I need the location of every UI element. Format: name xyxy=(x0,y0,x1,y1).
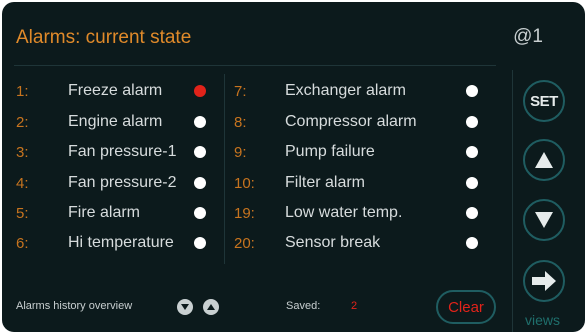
alarm-row: 1: Freeze alarm xyxy=(16,79,216,103)
alarm-label: Fire alarm xyxy=(68,204,141,221)
set-button-label: SET xyxy=(530,92,558,110)
alarm-row: 20: Sensor break xyxy=(234,231,484,255)
alarms-history-label: Alarms history overview xyxy=(16,300,133,312)
alarm-status-indicator xyxy=(466,237,478,249)
device-id: @1 xyxy=(513,26,543,47)
scroll-down-button[interactable] xyxy=(523,199,565,241)
history-up-button[interactable] xyxy=(203,299,219,315)
triangle-up-icon xyxy=(535,152,553,168)
triangle-down-icon xyxy=(535,212,553,228)
alarm-number: 4: xyxy=(16,174,29,192)
alarm-row: 6: Hi temperature xyxy=(16,231,216,255)
views-label: views xyxy=(525,312,561,328)
alarm-label: Freeze alarm xyxy=(68,82,163,99)
alarm-status-indicator xyxy=(194,207,206,219)
alarm-label: Low water temp. xyxy=(285,204,403,221)
clear-button[interactable]: Clear xyxy=(436,290,496,324)
alarm-row: 7: Exchanger alarm xyxy=(234,79,484,103)
alarm-number: 9: xyxy=(234,143,247,161)
alarm-label: Sensor break xyxy=(285,234,381,251)
alarm-status-indicator xyxy=(466,207,478,219)
alarm-row: 2: Engine alarm xyxy=(16,110,216,134)
views-button[interactable] xyxy=(523,260,565,302)
header-divider xyxy=(14,65,496,66)
alarm-status-indicator xyxy=(194,146,206,158)
alarm-number: 20: xyxy=(234,234,255,252)
alarm-label: Engine alarm xyxy=(68,113,163,130)
alarm-label: Compressor alarm xyxy=(285,113,417,130)
scroll-up-button[interactable] xyxy=(523,139,565,181)
alarm-label: Fan pressure-2 xyxy=(68,174,177,191)
alarm-row: 9: Pump failure xyxy=(234,140,484,164)
alarm-status-indicator xyxy=(194,85,206,97)
column-divider xyxy=(224,74,225,264)
alarm-number: 19: xyxy=(234,204,255,222)
alarm-row: 3: Fan pressure-1 xyxy=(16,140,216,164)
alarm-panel: Alarms: current state @1 1: Freeze alarm… xyxy=(2,2,585,332)
alarm-row: 19: Low water temp. xyxy=(234,201,484,225)
alarm-status-indicator xyxy=(466,116,478,128)
alarm-status-indicator xyxy=(466,85,478,97)
alarm-label: Filter alarm xyxy=(285,174,366,191)
triangle-down-icon xyxy=(181,304,189,310)
alarm-row: 10: Filter alarm xyxy=(234,171,484,195)
alarm-number: 8: xyxy=(234,113,247,131)
alarm-number: 1: xyxy=(16,82,29,100)
alarm-status-indicator xyxy=(194,237,206,249)
alarm-status-indicator xyxy=(466,177,478,189)
alarm-number: 6: xyxy=(16,234,29,252)
alarm-label: Pump failure xyxy=(285,143,375,160)
alarm-label: Exchanger alarm xyxy=(285,82,406,99)
alarm-status-indicator xyxy=(466,146,478,158)
set-button[interactable]: SET xyxy=(523,80,565,122)
triangle-up-icon xyxy=(207,304,215,310)
arrow-right-icon xyxy=(532,271,556,291)
alarm-number: 2: xyxy=(16,113,29,131)
alarm-row: 4: Fan pressure-2 xyxy=(16,171,216,195)
alarm-status-indicator xyxy=(194,177,206,189)
alarm-number: 3: xyxy=(16,143,29,161)
alarm-number: 7: xyxy=(234,82,247,100)
page-title: Alarms: current state xyxy=(16,27,192,48)
alarm-number: 5: xyxy=(16,204,29,222)
history-down-button[interactable] xyxy=(177,299,193,315)
alarm-label: Hi temperature xyxy=(68,234,174,251)
alarm-label: Fan pressure-1 xyxy=(68,143,177,160)
alarm-status-indicator xyxy=(194,116,206,128)
alarm-row: 5: Fire alarm xyxy=(16,201,216,225)
sidebar-divider xyxy=(512,70,513,332)
saved-label: Saved: xyxy=(286,300,321,312)
alarm-number: 10: xyxy=(234,174,255,192)
saved-count: 2 xyxy=(351,300,358,312)
alarm-row: 8: Compressor alarm xyxy=(234,110,484,134)
